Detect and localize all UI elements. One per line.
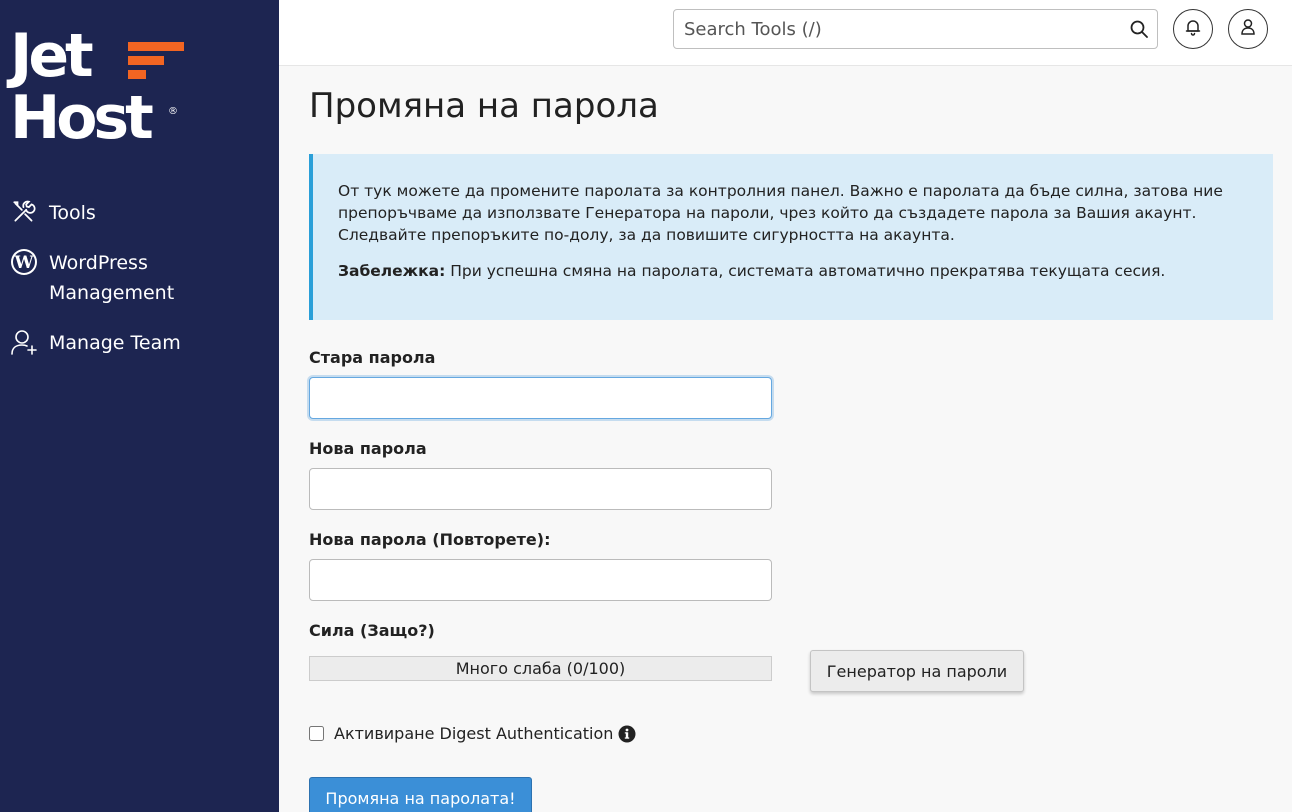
svg-text:W: W xyxy=(13,253,34,273)
search-icon[interactable] xyxy=(1129,19,1149,39)
top-bar xyxy=(279,0,1292,66)
digest-auth-row: Активиране Digest Authentication xyxy=(309,724,1273,743)
strength-meter-text: Много слаба (0/100) xyxy=(455,659,626,678)
sidebar-item-label-line2: Management xyxy=(49,282,175,304)
manage-team-icon xyxy=(10,328,38,356)
bell-icon xyxy=(1184,18,1202,40)
digest-auth-label[interactable]: Активиране Digest Authentication xyxy=(334,724,613,743)
logo-speed-bars-icon xyxy=(128,42,184,80)
sidebar-item-wordpress[interactable]: W WordPress Management xyxy=(0,248,279,308)
tools-icon xyxy=(10,198,38,226)
strength-label[interactable]: Сила (Защо?) xyxy=(309,621,1273,640)
sidebar-item-label-line1: WordPress xyxy=(49,252,148,274)
note-text: При успешна смяна на паролата, системата… xyxy=(445,262,1166,280)
info-icon[interactable] xyxy=(618,725,636,743)
password-generator-button[interactable]: Генератор на пароли xyxy=(810,650,1024,692)
sidebar-item-label: Manage Team xyxy=(49,332,181,354)
new-password-field[interactable] xyxy=(309,468,772,510)
sidebar-item-label: WordPress Management xyxy=(49,248,174,308)
old-password-label: Стара парола xyxy=(309,348,436,367)
old-password-field[interactable] xyxy=(309,377,772,419)
note-label: Забележка: xyxy=(338,262,446,280)
search-input[interactable] xyxy=(674,10,1114,48)
logo-text-host: Host xyxy=(10,83,154,153)
jethost-logo[interactable]: Jet Host ® xyxy=(10,26,190,156)
info-alert: От тук можете да промените паролата за к… xyxy=(309,154,1273,320)
sidebar: Jet Host ® Tools W WordPress Management … xyxy=(0,0,279,812)
alert-note: Забележка: При успешна смяна на паролата… xyxy=(338,260,1245,282)
sidebar-item-tools[interactable]: Tools xyxy=(0,198,279,228)
logo-registered-mark: ® xyxy=(168,106,178,117)
strength-row: Много слаба (0/100) Генератор на пароли xyxy=(309,650,1273,700)
sidebar-item-label: Tools xyxy=(49,202,96,224)
wordpress-icon: W xyxy=(10,248,38,276)
sidebar-item-manage-team[interactable]: Manage Team xyxy=(0,328,279,358)
alert-text: От тук можете да промените паролата за к… xyxy=(338,182,1223,244)
sidebar-nav: Tools W WordPress Management Manage Team xyxy=(0,198,279,378)
user-menu-button[interactable] xyxy=(1228,9,1268,49)
repeat-password-label: Нова парола (Повторете): xyxy=(309,530,551,549)
main-content: Промяна на парола От тук можете да проме… xyxy=(309,66,1273,812)
search-box xyxy=(673,9,1158,49)
new-password-label: Нова парола xyxy=(309,439,427,458)
change-password-button[interactable]: Промяна на паролата! xyxy=(309,777,532,812)
password-strength-meter: Много слаба (0/100) xyxy=(309,656,772,681)
notifications-button[interactable] xyxy=(1173,9,1213,49)
repeat-password-field[interactable] xyxy=(309,559,772,601)
page-title: Промяна на парола xyxy=(309,86,659,126)
user-icon xyxy=(1239,18,1257,40)
digest-auth-checkbox[interactable] xyxy=(309,726,324,741)
